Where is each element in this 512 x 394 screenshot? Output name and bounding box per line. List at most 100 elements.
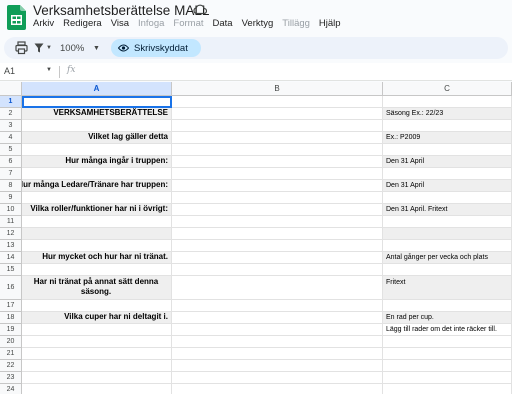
- cell-b8[interactable]: [172, 180, 383, 192]
- cell-a8[interactable]: Hur många Ledare/Tränare har truppen:: [22, 180, 172, 192]
- cell-c6[interactable]: Den 31 April: [383, 156, 512, 168]
- cell-c8[interactable]: Den 31 April: [383, 180, 512, 192]
- cell-b16[interactable]: [172, 276, 383, 300]
- cell-b20[interactable]: [172, 336, 383, 348]
- cell-c1[interactable]: [383, 96, 512, 108]
- cell-c21[interactable]: [383, 348, 512, 360]
- cell-a11[interactable]: [22, 216, 172, 228]
- cell-b10[interactable]: [172, 204, 383, 216]
- row-header-15[interactable]: 15: [0, 264, 22, 276]
- cell-b12[interactable]: [172, 228, 383, 240]
- cell-c3[interactable]: [383, 120, 512, 132]
- menu-item-infoga[interactable]: Infoga: [138, 18, 164, 29]
- zoom-chevron-down-icon[interactable]: ▼: [93, 41, 100, 55]
- row-header-24[interactable]: 24: [0, 384, 22, 394]
- cell-c18[interactable]: En rad per cup.: [383, 312, 512, 324]
- row-header-19[interactable]: 19: [0, 324, 22, 336]
- cell-c7[interactable]: [383, 168, 512, 180]
- document-title[interactable]: Verksamhetsberättelse MALL: [33, 3, 209, 18]
- cell-b4[interactable]: [172, 132, 383, 144]
- cell-a5[interactable]: [22, 144, 172, 156]
- column-header-c[interactable]: C: [383, 82, 512, 96]
- cell-b24[interactable]: [172, 384, 383, 394]
- zoom-select[interactable]: 100%: [60, 41, 84, 55]
- cell-c5[interactable]: [383, 144, 512, 156]
- cell-a14[interactable]: Hur mycket och hur har ni tränat.: [22, 252, 172, 264]
- row-header-2[interactable]: 2: [0, 108, 22, 120]
- cell-a3[interactable]: [22, 120, 172, 132]
- cell-a15[interactable]: [22, 264, 172, 276]
- cell-a21[interactable]: [22, 348, 172, 360]
- menu-item-redigera[interactable]: Redigera: [63, 18, 102, 29]
- cell-c15[interactable]: [383, 264, 512, 276]
- cell-c16[interactable]: Fritext: [383, 276, 512, 300]
- menu-item-arkiv[interactable]: Arkiv: [33, 18, 54, 29]
- cell-a6[interactable]: Hur många ingår i truppen:: [22, 156, 172, 168]
- row-header-1[interactable]: 1: [0, 96, 22, 108]
- cell-c24[interactable]: [383, 384, 512, 394]
- row-header-23[interactable]: 23: [0, 372, 22, 384]
- row-header-14[interactable]: 14: [0, 252, 22, 264]
- cell-b5[interactable]: [172, 144, 383, 156]
- cell-b11[interactable]: [172, 216, 383, 228]
- cell-a9[interactable]: [22, 192, 172, 204]
- cell-c19[interactable]: Lägg till rader om det inte räcker till.: [383, 324, 512, 336]
- cell-b15[interactable]: [172, 264, 383, 276]
- cell-b19[interactable]: [172, 324, 383, 336]
- row-header-4[interactable]: 4: [0, 132, 22, 144]
- cell-a20[interactable]: [22, 336, 172, 348]
- row-header-18[interactable]: 18: [0, 312, 22, 324]
- cell-b22[interactable]: [172, 360, 383, 372]
- cell-c17[interactable]: [383, 300, 512, 312]
- cell-c12[interactable]: [383, 228, 512, 240]
- row-header-16[interactable]: 16: [0, 276, 22, 300]
- row-header-9[interactable]: 9: [0, 192, 22, 204]
- cell-a7[interactable]: [22, 168, 172, 180]
- row-header-7[interactable]: 7: [0, 168, 22, 180]
- cell-b2[interactable]: [172, 108, 383, 120]
- row-header-22[interactable]: 22: [0, 360, 22, 372]
- cell-c11[interactable]: [383, 216, 512, 228]
- menu-item-verktyg[interactable]: Verktyg: [242, 18, 274, 29]
- row-header-10[interactable]: 10: [0, 204, 22, 216]
- cell-a10[interactable]: Vilka roller/funktioner har ni i övrigt:: [22, 204, 172, 216]
- cloud-saved-icon[interactable]: [193, 3, 207, 15]
- name-box[interactable]: A1: [4, 66, 15, 76]
- cell-c4[interactable]: Ex.: P2009: [383, 132, 512, 144]
- column-header-a[interactable]: A: [22, 82, 172, 96]
- row-header-12[interactable]: 12: [0, 228, 22, 240]
- select-all-corner[interactable]: [0, 82, 22, 96]
- filter-dropdown-chevron-icon[interactable]: ▼: [46, 41, 52, 55]
- cell-a22[interactable]: [22, 360, 172, 372]
- cell-b17[interactable]: [172, 300, 383, 312]
- menu-item-data[interactable]: Data: [213, 18, 233, 29]
- cell-c23[interactable]: [383, 372, 512, 384]
- read-only-badge[interactable]: Skrivskyddat: [111, 39, 201, 57]
- cell-b13[interactable]: [172, 240, 383, 252]
- cell-a12[interactable]: [22, 228, 172, 240]
- cell-a17[interactable]: [22, 300, 172, 312]
- menu-item-format[interactable]: Format: [173, 18, 203, 29]
- row-header-11[interactable]: 11: [0, 216, 22, 228]
- cell-b9[interactable]: [172, 192, 383, 204]
- row-header-6[interactable]: 6: [0, 156, 22, 168]
- cell-a2[interactable]: VERKSAMHETSBERÄTTELSE: [22, 108, 172, 120]
- menu-item-tillägg[interactable]: Tillägg: [282, 18, 310, 29]
- row-header-20[interactable]: 20: [0, 336, 22, 348]
- name-box-chevron-down-icon[interactable]: ▼: [46, 67, 52, 73]
- cell-b1[interactable]: [172, 96, 383, 108]
- menu-item-visa[interactable]: Visa: [111, 18, 129, 29]
- cell-a13[interactable]: [22, 240, 172, 252]
- cell-c22[interactable]: [383, 360, 512, 372]
- print-icon[interactable]: [15, 41, 28, 55]
- row-header-17[interactable]: 17: [0, 300, 22, 312]
- cell-a4[interactable]: Vilket lag gäller detta: [22, 132, 172, 144]
- cell-b6[interactable]: [172, 156, 383, 168]
- row-header-5[interactable]: 5: [0, 144, 22, 156]
- row-header-8[interactable]: 8: [0, 180, 22, 192]
- cell-b23[interactable]: [172, 372, 383, 384]
- sheet-grid[interactable]: A B C 1 2 VERKSAMHETSBERÄTTELSE Säsong Ex.:…: [0, 82, 512, 394]
- row-header-3[interactable]: 3: [0, 120, 22, 132]
- cell-b3[interactable]: [172, 120, 383, 132]
- cell-c2[interactable]: Säsong Ex.: 22/23: [383, 108, 512, 120]
